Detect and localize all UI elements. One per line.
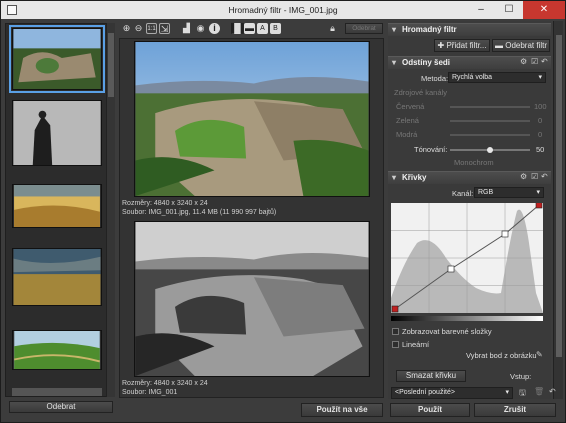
curves-graph[interactable] — [391, 203, 543, 323]
linear-label: Lineární — [402, 340, 430, 349]
curve-point-white[interactable] — [535, 203, 543, 209]
close-button[interactable]: ✕ — [523, 1, 565, 19]
result-file-info: Soubor: IMG_001 — [122, 389, 178, 396]
app-window: Hromadný filtr - IMG_001.jpg – ☐ ✕ Odebr… — [0, 0, 566, 423]
red-label: Červená — [396, 102, 425, 111]
delete-curve-button[interactable]: Smazat křivku — [396, 370, 466, 382]
blue-label: Modrá — [396, 130, 418, 139]
method-select[interactable]: Rychlá volba — [448, 72, 546, 83]
minimize-button[interactable]: – — [467, 1, 495, 19]
show-color-label: Zobrazovat barevné složky — [402, 327, 492, 336]
info-icon[interactable]: i — [209, 23, 220, 34]
method-label: Metoda: — [421, 74, 449, 83]
tone-slider[interactable] — [450, 147, 530, 153]
zoom-in-icon[interactable]: ⊕ — [121, 23, 132, 34]
remove-filter-label: Odebrat filtr — [505, 41, 548, 50]
actual-size-icon[interactable]: 1:1 — [146, 23, 157, 34]
green-value: 0 — [538, 116, 543, 125]
filter-panel: Hromadný filtr ✚ Přidat filtr... ▬ Odebr… — [388, 21, 551, 399]
green-slider[interactable] — [450, 120, 530, 122]
histogram-icon[interactable]: ▟ — [181, 23, 192, 34]
fit-icon[interactable]: ⇲ — [159, 23, 170, 34]
circle-icon[interactable]: ◉ — [195, 23, 206, 34]
curve-point-high[interactable] — [501, 230, 509, 238]
curves-enable-icon[interactable]: ☑ — [531, 172, 538, 181]
save-preset-icon[interactable]: 🖫︎ — [519, 387, 526, 401]
thumbnail-5[interactable] — [12, 330, 102, 370]
preview-result-image — [134, 221, 370, 377]
single-a-icon[interactable]: A — [257, 23, 268, 34]
thumbnail-4[interactable] — [12, 248, 102, 306]
channel-label: Kanál: — [452, 189, 474, 198]
lock-icon[interactable]: 🔒︎ — [327, 23, 338, 34]
minus-icon: ▬ — [494, 41, 506, 50]
preset-select[interactable]: <Poslední použité> — [391, 387, 513, 399]
channel-select[interactable]: RGB — [474, 187, 544, 198]
show-color-checkbox[interactable] — [392, 328, 399, 335]
split-vertical-icon[interactable]: ▌▐ — [231, 23, 244, 34]
preview-area: Rozměry: 4840 x 3240 x 24 Soubor: IMG_00… — [119, 38, 384, 398]
thumbnail-2[interactable] — [12, 100, 102, 166]
red-slider[interactable] — [450, 106, 530, 108]
cancel-button[interactable]: Zrušit — [474, 403, 556, 417]
window-title: Hromadný filtr - IMG_001.jpg — [228, 5, 338, 15]
split-horizontal-icon[interactable]: ▬ — [244, 23, 255, 34]
blue-slider[interactable] — [450, 134, 530, 136]
title-bar: Hromadný filtr - IMG_001.jpg – ☐ ✕ — [1, 1, 565, 19]
thumbnail-scrollbar[interactable] — [106, 23, 115, 397]
curves-gear-icon[interactable]: ⚙ — [520, 172, 527, 181]
curves-reset-icon[interactable]: ↶ — [541, 172, 548, 181]
add-filter-button[interactable]: ✚ Přidat filtr... — [434, 39, 490, 52]
result-dimensions: Rozměry: 4840 x 3240 x 24 — [122, 380, 208, 387]
apply-button[interactable]: Použít — [390, 403, 470, 417]
tone-label: Tónování: — [414, 145, 448, 154]
thumbnail-3[interactable] — [12, 184, 102, 228]
monochrome-checkbox-label[interactable]: Monochrom — [454, 158, 494, 167]
reset-icon[interactable]: ↶ — [541, 57, 548, 66]
original-dimensions: Rozměry: 4840 x 3240 x 24 — [122, 200, 208, 207]
gear-icon[interactable]: ⚙ — [520, 57, 527, 66]
linear-checkbox[interactable] — [392, 341, 399, 348]
single-b-icon[interactable]: B — [270, 23, 281, 34]
pick-point-label: Vybrat bod z obrázku — [466, 351, 537, 360]
app-icon — [7, 5, 17, 15]
maximize-button[interactable]: ☐ — [495, 1, 523, 19]
preview-original-image — [134, 41, 370, 197]
delete-preset-icon[interactable]: 🗑︎ — [534, 387, 544, 396]
input-label: Vstup: — [510, 372, 532, 381]
enable-check-icon[interactable]: ☑ — [531, 57, 538, 66]
preview-toolbar: ⊕ ⊖ 1:1 ⇲ ▟ ◉ i ▌▐ ▬ A B 🔒︎ Odebrat — [119, 22, 384, 38]
eyedropper-icon[interactable]: ✎ — [536, 350, 543, 359]
batch-filter-header[interactable]: Hromadný filtr — [388, 23, 551, 36]
remove-thumbnail-button[interactable]: Odebrat — [9, 401, 113, 413]
zoom-out-icon[interactable]: ⊖ — [133, 23, 144, 34]
blue-value: 0 — [538, 130, 543, 139]
undo-icon[interactable]: ↶ — [549, 387, 556, 396]
curve-point-black[interactable] — [391, 305, 399, 313]
curve-point-mid[interactable] — [447, 265, 455, 273]
apply-all-button[interactable]: Použít na vše — [301, 403, 383, 417]
panel-scrollbar[interactable] — [553, 21, 563, 399]
red-value: 100 — [534, 102, 547, 111]
add-filter-label: Přidat filtr... — [446, 41, 487, 50]
green-label: Zelená — [396, 116, 419, 125]
tone-value: 50 — [536, 145, 545, 154]
original-file-info: Soubor: IMG_001.jpg, 11.4 MB (11 990 997… — [122, 209, 277, 216]
toolbar-disabled-button[interactable]: Odebrat — [345, 23, 383, 34]
tone-slider-knob[interactable] — [487, 147, 493, 153]
source-channels-label: Zdrojové kanály — [394, 88, 447, 97]
thumbnail-1[interactable] — [9, 25, 105, 93]
remove-filter-button[interactable]: ▬ Odebrat filtr — [492, 39, 550, 52]
thumbnail-list[interactable] — [5, 23, 115, 397]
